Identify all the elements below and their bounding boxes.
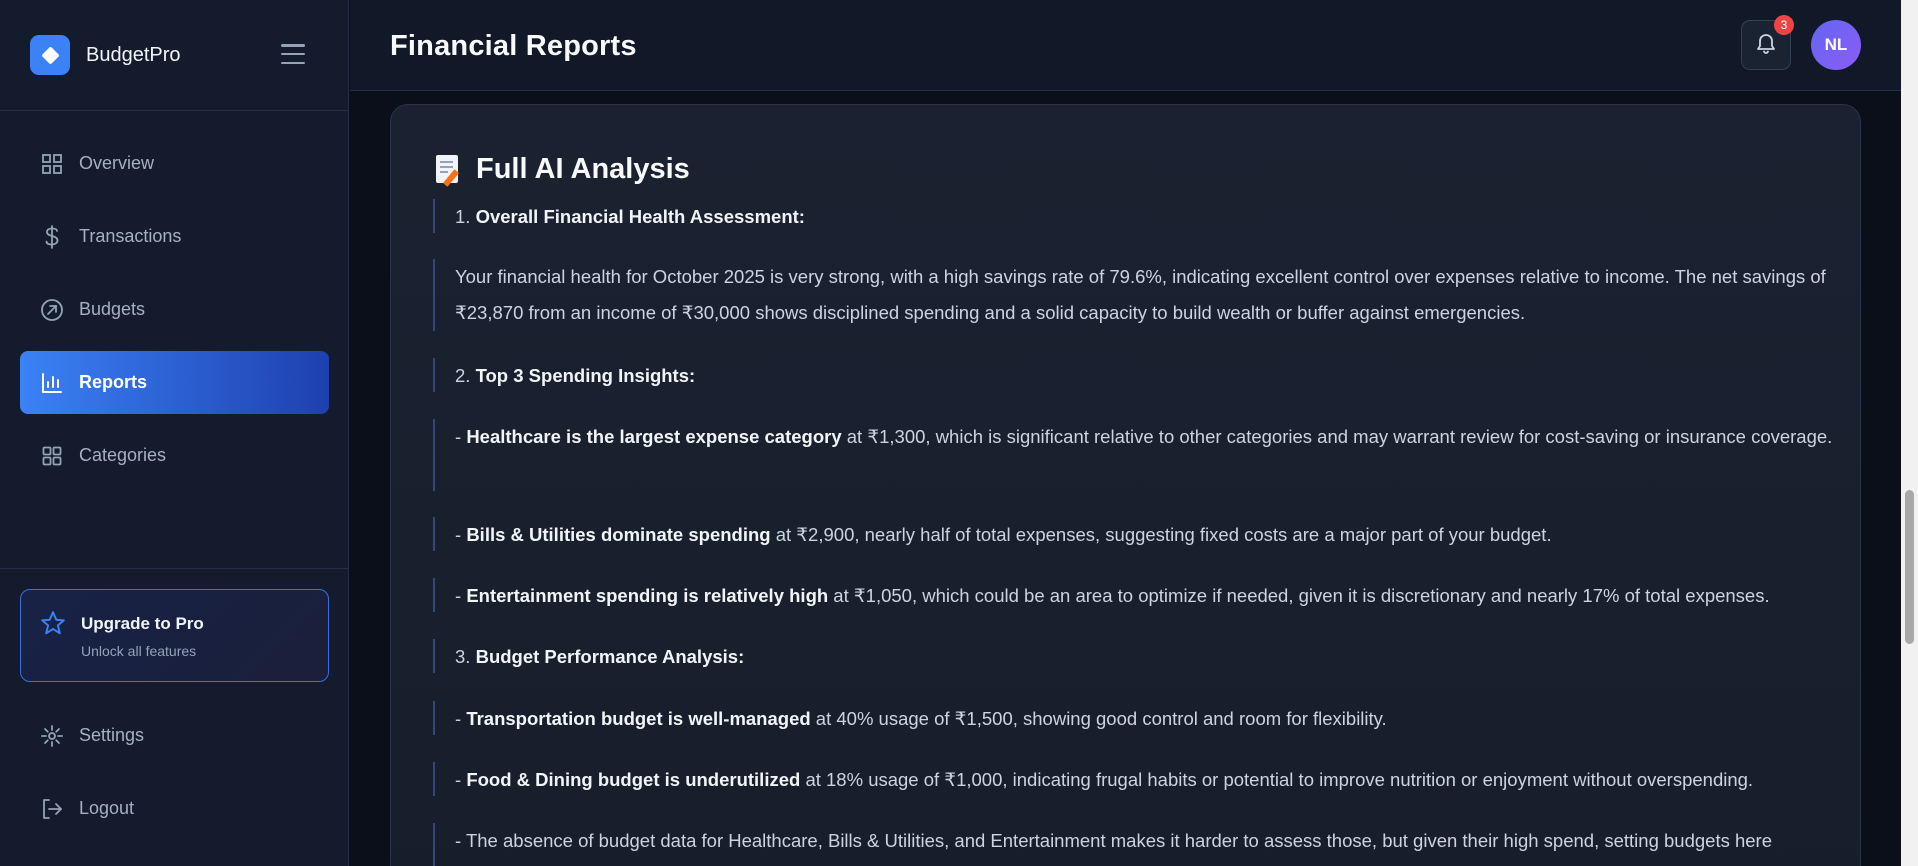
analysis-paragraph: 1. Overall Financial Health Assessment: [433, 199, 1833, 233]
paragraph-prefix: 3. [455, 646, 476, 667]
memo-icon [436, 154, 462, 187]
grid-icon [40, 152, 64, 176]
paragraph-bold: Healthcare is the largest expense catego… [466, 426, 842, 447]
paragraph-text: at ₹1,300, which is significant relative… [841, 426, 1833, 447]
full-ai-analysis-card: Full AI Analysis 1. Overall Financial He… [390, 104, 1861, 866]
sidebar-item-label: Settings [79, 725, 145, 745]
bell-icon [1754, 31, 1778, 60]
paragraph-bold: Bills & Utilities dominate spending [466, 524, 771, 545]
paragraph-bold: Transportation budget is well-managed [466, 708, 811, 729]
analysis-paragraph: - Food & Dining budget is underutilized … [433, 762, 1833, 796]
settings-icon [40, 724, 64, 748]
dollar-icon [40, 224, 64, 249]
analysis-paragraph: Your financial health for October 2025 i… [433, 259, 1833, 331]
analysis-paragraph: 3. Budget Performance Analysis: [433, 639, 1833, 673]
sidebar-item-categories[interactable]: Categories [20, 424, 329, 487]
analysis-paragraph: 2. Top 3 Spending Insights: [433, 358, 1833, 392]
sidebar-item-reports[interactable]: Reports [20, 351, 329, 414]
paragraph-bold: Top 3 Spending Insights: [475, 365, 696, 386]
page-title: Financial Reports [390, 30, 637, 62]
sidebar: BudgetPro Overview Transactions Budgets [0, 0, 349, 866]
sidebar-item-label: Reports [79, 372, 148, 392]
main-content: Full AI Analysis 1. Overall Financial He… [350, 92, 1901, 866]
star-icon [40, 610, 66, 641]
paragraph-text: at ₹2,900, nearly half of total expenses… [770, 524, 1552, 545]
scrollbar-thumb[interactable] [1905, 490, 1914, 644]
sidebar-item-transactions[interactable]: Transactions [20, 205, 329, 268]
paragraph-prefix: - [455, 708, 467, 729]
paragraph-text: Your financial health for October 2025 i… [455, 266, 1826, 323]
app-root: BudgetPro Overview Transactions Budgets [0, 0, 1918, 866]
paragraph-prefix: 2. [455, 365, 476, 386]
bar-chart-icon [40, 371, 64, 395]
upgrade-subtitle: Unlock all features [81, 643, 197, 659]
paragraph-text: The absence of budget data for Healthcar… [465, 830, 1772, 851]
analysis-paragraph: - The absence of budget data for Healthc… [433, 823, 1833, 866]
categories-icon [40, 444, 64, 468]
paragraph-text: at 40% usage of ₹1,500, showing good con… [810, 708, 1387, 729]
paragraph-bold: Budget Performance Analysis: [475, 646, 745, 667]
card-title-text: Full AI Analysis [476, 153, 690, 185]
sidebar-item-label: Categories [79, 445, 167, 465]
paragraph-bold: Entertainment spending is relatively hig… [466, 585, 829, 606]
logout-icon [40, 797, 64, 821]
sidebar-item-label: Overview [79, 153, 155, 173]
paragraph-prefix: - [455, 830, 466, 851]
paragraph-prefix: - [455, 426, 467, 447]
paragraph-bold: Overall Financial Health Assessment: [475, 206, 805, 227]
sidebar-item-overview[interactable]: Overview [20, 132, 329, 195]
paragraph-prefix: - [455, 524, 467, 545]
paragraph-text: at 18% usage of ₹1,000, indicating fruga… [800, 769, 1754, 790]
sidebar-item-settings[interactable]: Settings [20, 704, 329, 767]
sidebar-item-label: Budgets [79, 299, 146, 319]
notification-badge: 3 [1774, 15, 1794, 35]
sidebar-item-label: Logout [79, 798, 135, 818]
sidebar-item-label: Transactions [79, 226, 182, 246]
sidebar-item-budgets[interactable]: Budgets [20, 278, 329, 341]
paragraph-bold: Food & Dining budget is underutilized [466, 769, 801, 790]
paragraph-prefix: 1. [455, 206, 476, 227]
brand: BudgetPro [0, 0, 348, 111]
analysis-paragraph: - Healthcare is the largest expense cate… [433, 419, 1833, 491]
analysis-paragraph: - Bills & Utilities dominate spending at… [433, 517, 1833, 551]
brand-logo-icon [30, 35, 70, 75]
target-icon [40, 298, 64, 322]
card-title: Full AI Analysis [436, 153, 690, 187]
top-header: Financial Reports 3 NL [350, 0, 1901, 91]
paragraph-prefix: - [455, 585, 467, 606]
upgrade-title: Upgrade to Pro [81, 614, 204, 633]
page-scrollbar[interactable] [1901, 0, 1918, 866]
brand-name: BudgetPro [86, 43, 181, 66]
paragraph-text: at ₹1,050, which could be an area to opt… [828, 585, 1770, 606]
analysis-paragraph: - Entertainment spending is relatively h… [433, 578, 1833, 612]
paragraph-prefix: - [455, 769, 467, 790]
avatar-initials: NL [1824, 35, 1848, 54]
upgrade-to-pro-card[interactable]: Upgrade to Pro Unlock all features [20, 589, 329, 682]
hamburger-menu-icon[interactable] [281, 44, 305, 64]
avatar[interactable]: NL [1811, 20, 1861, 70]
sidebar-divider [0, 568, 349, 569]
analysis-paragraph: - Transportation budget is well-managed … [433, 701, 1833, 735]
sidebar-item-logout[interactable]: Logout [20, 777, 329, 840]
